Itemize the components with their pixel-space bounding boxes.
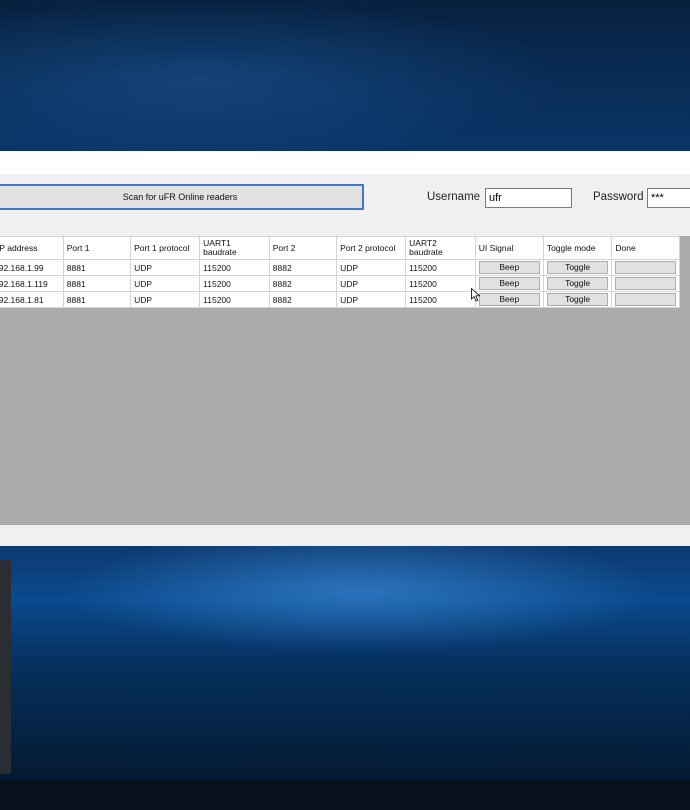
table-row[interactable]: 192.168.1.99 8881 UDP 115200 8882 UDP 11…	[0, 259, 680, 276]
username-label: Username	[427, 191, 481, 203]
toggle-button[interactable]: Toggle	[546, 293, 609, 306]
uart1-cell[interactable]: 115200	[199, 275, 270, 292]
toggle-button[interactable]: Toggle	[546, 261, 609, 274]
toggle-mode-cell: Toggle	[542, 275, 613, 292]
done-cell	[611, 291, 680, 308]
table-row[interactable]: 192.168.1.119 8881 UDP 115200 8882 UDP 1…	[0, 275, 680, 292]
taskbar	[0, 780, 690, 810]
done-button[interactable]	[615, 277, 676, 290]
port2-cell[interactable]: 8882	[268, 259, 338, 276]
column-header-uart2[interactable]: UART2 baudrate	[405, 236, 476, 260]
background-window-edge	[0, 560, 11, 774]
port1-cell[interactable]: 8881	[62, 259, 132, 276]
app-window: Scan for uFR Online readers Username Pas…	[0, 151, 690, 546]
beep-button[interactable]: Beep	[478, 261, 540, 274]
port1-cell[interactable]: 8881	[62, 275, 132, 292]
readers-table: IP address Port 1 Port 1 protocol UART1 …	[0, 236, 680, 308]
ui-signal-cell: Beep	[474, 275, 544, 292]
ui-signal-cell: Beep	[474, 291, 544, 308]
port2-cell[interactable]: 8882	[268, 275, 338, 292]
done-cell	[611, 275, 680, 292]
column-header-port1-protocol[interactable]: Port 1 protocol	[130, 236, 201, 260]
column-header-port2-protocol[interactable]: Port 2 protocol	[336, 236, 407, 260]
toggle-button[interactable]: Toggle	[546, 277, 609, 290]
uart2-cell[interactable]: 115200	[405, 291, 476, 308]
column-header-toggle-mode[interactable]: Toggle mode	[542, 236, 613, 260]
password-label: Password	[593, 191, 644, 203]
status-bar	[0, 525, 690, 546]
uart1-cell[interactable]: 115200	[199, 259, 270, 276]
password-input[interactable]	[647, 188, 690, 208]
column-header-ip[interactable]: IP address	[0, 236, 64, 260]
ip-cell[interactable]: 192.168.1.119	[0, 275, 64, 292]
done-button[interactable]	[615, 293, 676, 306]
column-header-ui-signal[interactable]: UI Signal	[474, 236, 544, 260]
ip-cell[interactable]: 192.168.1.99	[0, 259, 64, 276]
uart2-cell[interactable]: 115200	[405, 259, 476, 276]
port2-protocol-cell[interactable]: UDP	[336, 291, 407, 308]
uart1-cell[interactable]: 115200	[199, 291, 270, 308]
toggle-mode-cell: Toggle	[542, 259, 613, 276]
column-header-uart1[interactable]: UART1 baudrate	[199, 236, 270, 260]
port1-protocol-cell[interactable]: UDP	[130, 259, 201, 276]
table-header-row: IP address Port 1 Port 1 protocol UART1 …	[0, 236, 680, 260]
port1-protocol-cell[interactable]: UDP	[130, 275, 201, 292]
ui-signal-cell: Beep	[474, 259, 544, 276]
column-header-done[interactable]: Done	[611, 236, 680, 260]
toggle-mode-cell: Toggle	[542, 291, 613, 308]
done-cell	[611, 259, 680, 276]
username-input[interactable]	[485, 188, 572, 208]
beep-button[interactable]: Beep	[478, 277, 540, 290]
mouse-pointer-icon	[471, 288, 481, 302]
toolbar: Scan for uFR Online readers Username Pas…	[0, 174, 690, 234]
ip-cell[interactable]: 192.168.1.81	[0, 291, 64, 308]
port1-protocol-cell[interactable]: UDP	[130, 291, 201, 308]
scan-readers-button[interactable]: Scan for uFR Online readers	[0, 184, 364, 210]
port1-cell[interactable]: 8881	[62, 291, 132, 308]
port2-cell[interactable]: 8882	[268, 291, 338, 308]
readers-grid: IP address Port 1 Port 1 protocol UART1 …	[0, 236, 690, 525]
window-title-bar	[0, 151, 690, 174]
uart2-cell[interactable]: 115200	[405, 275, 476, 292]
port2-protocol-cell[interactable]: UDP	[336, 275, 407, 292]
column-header-port1[interactable]: Port 1	[62, 236, 132, 260]
done-button[interactable]	[615, 261, 676, 274]
column-header-port2[interactable]: Port 2	[268, 236, 338, 260]
table-row[interactable]: 192.168.1.81 8881 UDP 115200 8882 UDP 11…	[0, 291, 680, 308]
beep-button[interactable]: Beep	[478, 293, 540, 306]
port2-protocol-cell[interactable]: UDP	[336, 259, 407, 276]
